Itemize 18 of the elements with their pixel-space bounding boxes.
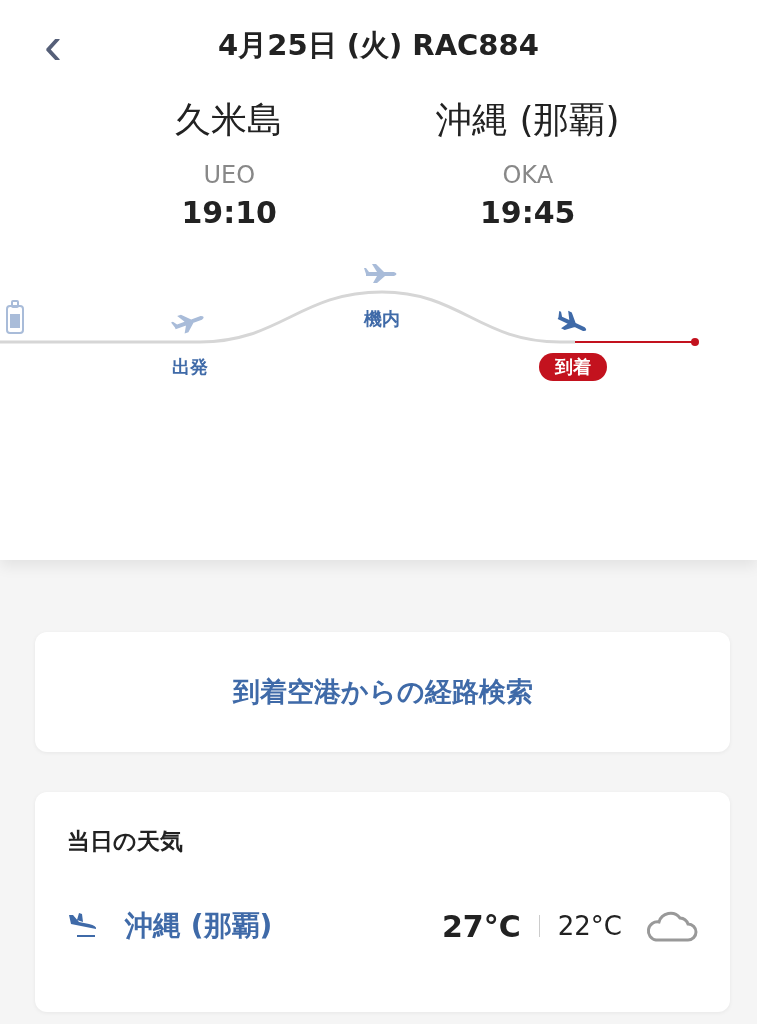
stage-label: 出発 — [172, 355, 208, 379]
weather-title: 当日の天気 — [67, 827, 184, 856]
luggage-icon — [6, 300, 24, 334]
back-button[interactable]: ‹ — [38, 18, 68, 72]
flight-title: 4月25日 (火) RAC884 — [218, 27, 539, 64]
cloud-icon — [646, 909, 698, 943]
city-name: 沖縄 (那覇) — [435, 98, 620, 142]
stage-label: 到着 — [539, 353, 607, 381]
high-temperature: 27°C — [442, 908, 521, 944]
stage-label: 機内 — [364, 307, 400, 331]
city-name: 久米島 — [175, 98, 284, 142]
airport-name: 沖縄 (那覇) — [125, 908, 274, 944]
airport-code: OKA — [502, 161, 554, 189]
route-search-button[interactable]: 到着空港からの経路検索 — [35, 632, 730, 752]
airport-code: UEO — [203, 161, 256, 189]
flight-time: 19:10 — [181, 195, 277, 230]
flight-time: 19:45 — [480, 195, 576, 230]
low-temperature: 22°C — [557, 911, 622, 941]
